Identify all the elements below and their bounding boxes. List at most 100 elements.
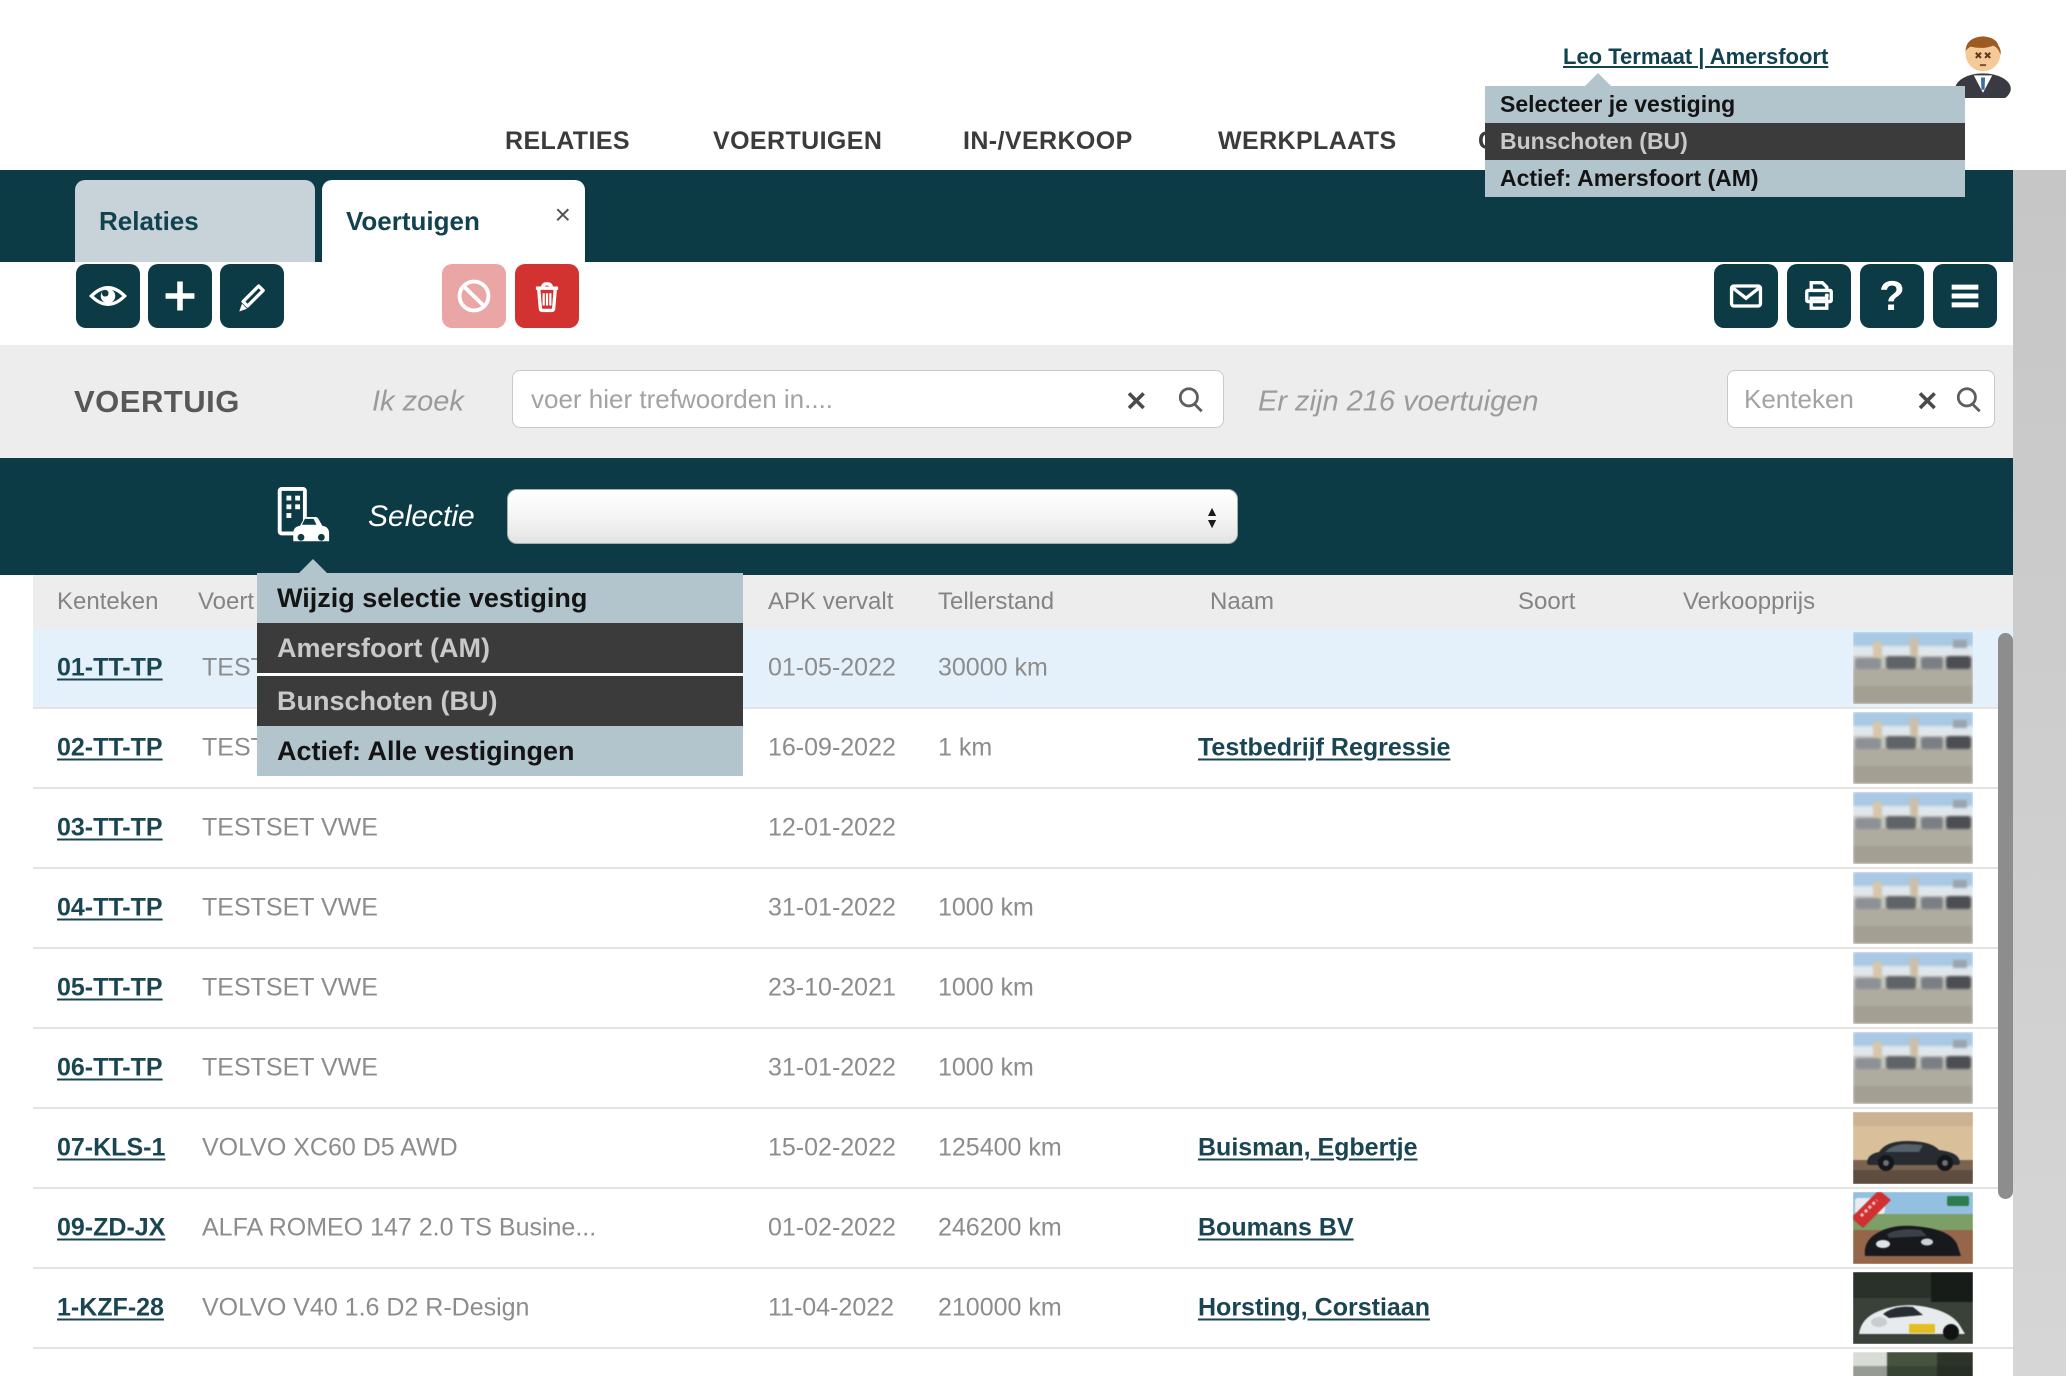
vehicle-description: TESTSET VWE [202, 894, 378, 923]
column-apk-vervalt[interactable]: APK vervalt [768, 588, 893, 616]
vehicle-thumbnail[interactable] [1853, 1272, 1973, 1344]
apk-date: 01-05-2022 [768, 654, 896, 683]
naam-link[interactable]: Testbedrijf Regressie [1198, 734, 1450, 763]
keyword-search-icon[interactable] [1176, 384, 1206, 419]
vehicle-description: ALFA ROMEO 147 2.0 TS Busine... [202, 1214, 596, 1243]
tellerstand-value: 210000 km [938, 1294, 1062, 1323]
keyword-search-input[interactable] [512, 370, 1224, 428]
kenteken-link[interactable]: 04-TT-TP [57, 894, 163, 923]
kenteken-link[interactable]: 09-ZD-JX [57, 1214, 165, 1243]
tellerstand-value: 30000 km [938, 654, 1048, 683]
trash-icon [527, 276, 567, 316]
menu-arrow-up-icon [1585, 73, 1611, 86]
kenteken-search-icon[interactable] [1954, 384, 1984, 419]
vehicle-thumbnail[interactable] [1853, 792, 1973, 864]
apk-date: 11-04-2022 [768, 1294, 894, 1323]
naam-link[interactable]: Buisman, Egbertje [1198, 1134, 1418, 1163]
user-menu-item-bunschoten[interactable]: Bunschoten (BU) [1485, 123, 1965, 160]
tellerstand-value: 246200 km [938, 1214, 1062, 1243]
tab-voertuigen[interactable]: Voertuigen × [322, 180, 585, 262]
toolbar: ? [0, 262, 2013, 345]
nav-item-in-verkoop[interactable]: IN-/VERKOOP [963, 127, 1133, 156]
selectie-menu-item-amersfoort[interactable]: Amersfoort (AM) [257, 623, 743, 673]
naam-link[interactable]: Boumans BV [1198, 1214, 1354, 1243]
page-background-gutter [2013, 170, 2066, 1376]
table-row[interactable]: 09-ZD-JX ALFA ROMEO 147 2.0 TS Busine...… [33, 1189, 2013, 1269]
user-menu-item-actief[interactable]: Actief: Amersfoort (AM) [1485, 160, 1965, 197]
kenteken-link[interactable]: 05-TT-TP [57, 974, 163, 1003]
vehicle-thumbnail[interactable] [1853, 872, 1973, 944]
selectie-menu-item-bunschoten[interactable]: Bunschoten (BU) [257, 673, 743, 726]
search-label: Ik zoek [372, 385, 464, 418]
question-mark-icon: ? [1879, 264, 1905, 328]
edit-button[interactable] [220, 264, 284, 328]
menu-arrow-up-icon [299, 559, 327, 573]
tab-close-icon[interactable]: × [555, 180, 571, 250]
help-button[interactable]: ? [1860, 264, 1924, 328]
select-stepper-icon: ▲▼ [1205, 505, 1219, 529]
vehicle-thumbnail[interactable] [1853, 952, 1973, 1024]
kenteken-link[interactable]: 02-TT-TP [57, 734, 163, 763]
kenteken-link[interactable]: 06-TT-TP [57, 1054, 163, 1083]
tab-relaties[interactable]: Relaties [75, 180, 315, 262]
selectie-menu-item-actief[interactable]: Actief: Alle vestigingen [257, 726, 743, 776]
user-menu-title: Selecteer je vestiging [1485, 86, 1965, 123]
kenteken-clear-icon[interactable]: ✕ [1916, 386, 1939, 417]
kenteken-link[interactable]: 1-KZF-28 [57, 1294, 164, 1323]
print-button[interactable] [1787, 264, 1851, 328]
vehicle-thumbnail[interactable] [1853, 1112, 1973, 1184]
vertical-scrollbar[interactable] [1998, 633, 2013, 1199]
column-verkoopprijs[interactable]: Verkoopprijs [1683, 588, 1815, 616]
table-row[interactable]: 03-TT-TP TESTSET VWE 12-01-2022 [33, 789, 2013, 869]
plus-icon [160, 276, 200, 316]
kenteken-link[interactable]: 07-KLS-1 [57, 1134, 165, 1163]
printer-icon [1799, 276, 1839, 316]
vehicle-thumbnail[interactable] [1853, 712, 1973, 784]
menu-button[interactable] [1933, 264, 1997, 328]
apk-date: 01-02-2022 [768, 1214, 896, 1243]
vehicle-description: VOLVO V40 1.6 D2 R-Design [202, 1294, 529, 1323]
kenteken-link[interactable]: 03-TT-TP [57, 814, 163, 843]
user-vestiging-link[interactable]: Leo Termaat | Amersfoort [1563, 44, 1828, 70]
hamburger-icon [1945, 276, 1985, 316]
delete-button[interactable] [515, 264, 579, 328]
add-button[interactable] [148, 264, 212, 328]
selectie-select[interactable]: ▲▼ [507, 489, 1238, 544]
vehicle-thumbnail[interactable] [1853, 632, 1973, 704]
nav-item-werkplaats[interactable]: WERKPLAATS [1218, 127, 1397, 156]
tellerstand-value: 1000 km [938, 894, 1034, 923]
table-row[interactable]: 06-TT-TP TESTSET VWE 31-01-2022 1000 km [33, 1029, 2013, 1109]
vehicle-description: VOLVO XC60 D5 AWD [202, 1134, 458, 1163]
column-soort[interactable]: Soort [1518, 588, 1575, 616]
table-row[interactable]: 1-KZF-28 VOLVO V40 1.6 D2 R-Design 11-04… [33, 1269, 2013, 1349]
table-row[interactable]: 07-KLS-1 VOLVO XC60 D5 AWD 15-02-2022 12… [33, 1109, 2013, 1189]
vehicle-thumbnail[interactable] [1853, 1032, 1973, 1104]
table-row[interactable]: 04-TT-TP TESTSET VWE 31-01-2022 1000 km [33, 869, 2013, 949]
block-button[interactable] [442, 264, 506, 328]
vehicle-description: TESTSET VWE [202, 1054, 378, 1083]
kenteken-link[interactable]: 01-TT-TP [57, 654, 163, 683]
nav-item-relaties[interactable]: RELATIES [505, 127, 630, 156]
apk-date: 31-01-2022 [768, 1054, 896, 1083]
column-tellerstand[interactable]: Tellerstand [938, 588, 1054, 616]
vehicle-thumbnail[interactable] [1853, 1352, 1973, 1376]
vehicle-thumbnail[interactable] [1853, 1192, 1973, 1264]
nav-item-voertuigen[interactable]: VOERTUIGEN [713, 127, 882, 156]
column-kenteken[interactable]: Kenteken [57, 588, 158, 616]
apk-date: 16-09-2022 [768, 734, 896, 763]
vehicle-description: TESTSET VWE [202, 974, 378, 1003]
user-vestiging-menu: Selecteer je vestiging Bunschoten (BU) A… [1485, 86, 1965, 197]
email-button[interactable] [1714, 264, 1778, 328]
view-button[interactable] [76, 264, 140, 328]
table-row[interactable] [33, 1349, 2013, 1376]
building-car-icon[interactable] [270, 485, 332, 547]
table-row[interactable]: 05-TT-TP TESTSET VWE 23-10-2021 1000 km [33, 949, 2013, 1029]
column-naam[interactable]: Naam [1210, 588, 1274, 616]
app-window: RELATIES VOERTUIGEN IN-/VERKOOP WERKPLAA… [0, 0, 2066, 1376]
pencil-icon [232, 276, 272, 316]
keyword-clear-icon[interactable]: ✕ [1125, 386, 1148, 417]
tab-voertuigen-label: Voertuigen [346, 206, 480, 236]
naam-link[interactable]: Horsting, Corstiaan [1198, 1294, 1430, 1323]
apk-date: 23-10-2021 [768, 974, 896, 1003]
column-voertuig[interactable]: Voert [198, 588, 254, 616]
